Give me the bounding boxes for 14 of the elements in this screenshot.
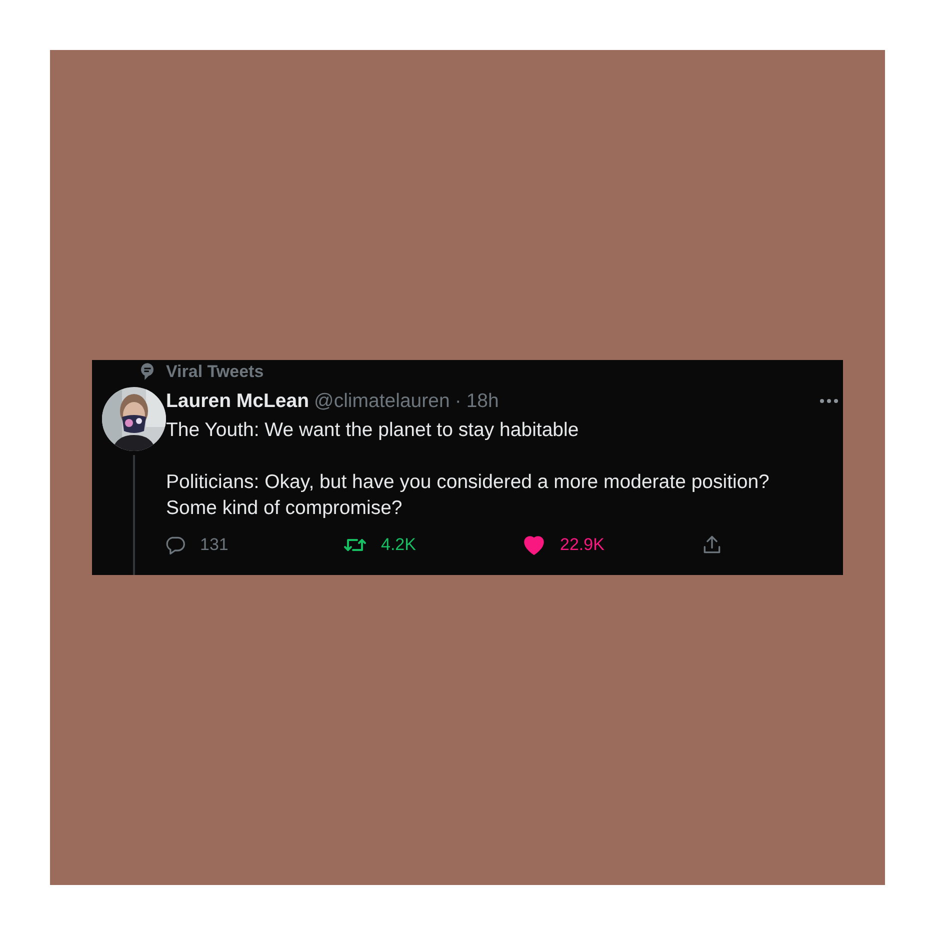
social-context-label: Viral Tweets	[166, 362, 265, 382]
action-count: 4.2K	[381, 535, 416, 555]
more-icon[interactable]	[819, 398, 839, 404]
author-handle[interactable]: @climatelauren	[314, 390, 450, 412]
separator: ·	[454, 390, 462, 412]
heart-icon[interactable]	[522, 533, 546, 557]
share-icon[interactable]	[701, 534, 723, 556]
author-name[interactable]: Lauren McLean	[166, 390, 310, 412]
tweet-text: The Youth: We want the planet to stay habitable	[166, 418, 580, 443]
tweet-text: Politicians: Okay, but have you considered a more moderate position? Some kind of compromise?	[166, 470, 770, 521]
timestamp[interactable]: 18h	[466, 390, 499, 412]
action-count: 22.9K	[560, 535, 604, 555]
reply-icon[interactable]	[164, 534, 186, 556]
action-count: 131	[200, 535, 228, 555]
